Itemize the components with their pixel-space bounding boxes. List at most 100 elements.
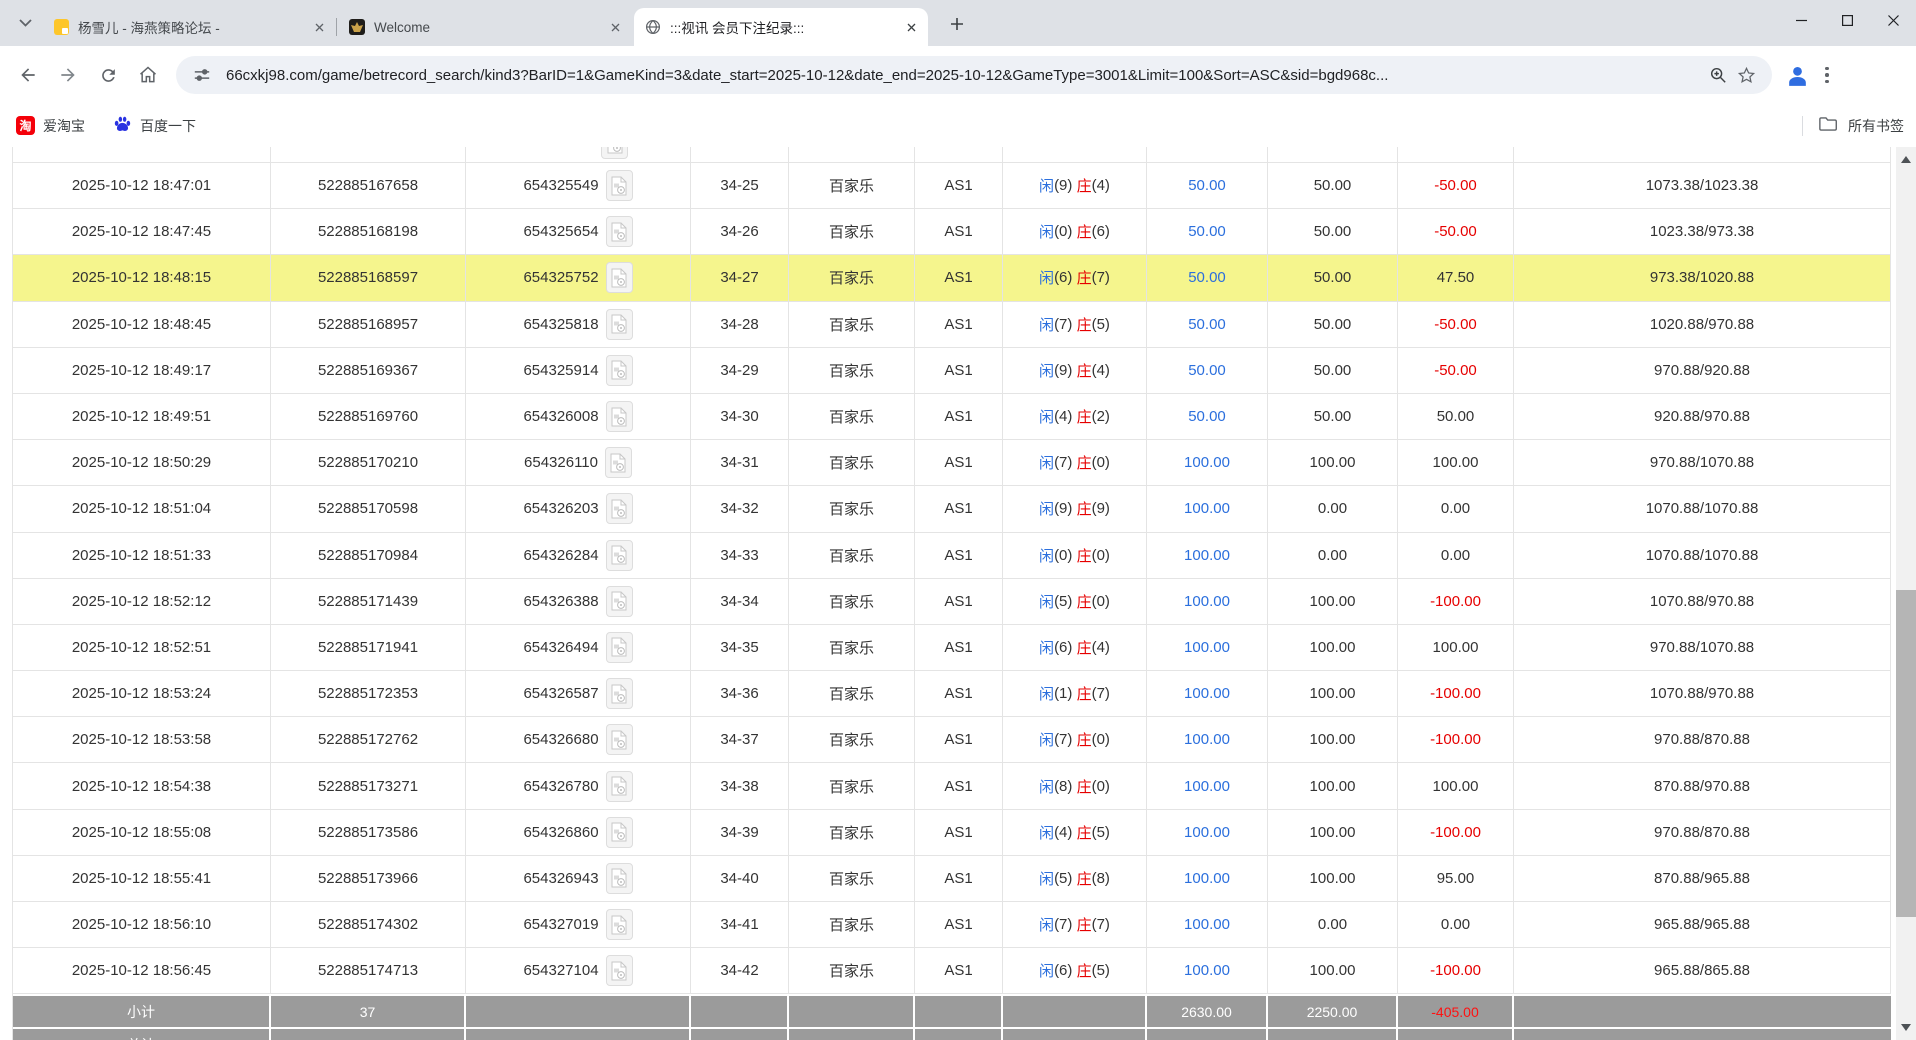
cell-table-round: 34-36	[691, 671, 789, 716]
bookmark-label: 爱淘宝	[43, 116, 85, 136]
profile-avatar[interactable]	[1782, 60, 1812, 90]
table-row[interactable]: 2025-10-12 18:47:45522885168198654325654…	[13, 209, 1891, 255]
cell-valid-amount: 100.00	[1268, 717, 1398, 762]
video-record-icon[interactable]	[606, 170, 633, 201]
scroll-down-arrow-icon[interactable]	[1901, 1024, 1911, 1031]
url-bar[interactable]: 66cxkj98.com/game/betrecord_search/kind3…	[176, 56, 1772, 94]
home-button[interactable]	[128, 55, 168, 95]
cell-bet-amount: 100.00	[1147, 902, 1268, 947]
cell-game-result: 闲(6) 庄(5)	[1003, 948, 1147, 993]
table-row[interactable]: 2025-10-12 18:48:15522885168597654325752…	[13, 255, 1891, 301]
video-record-icon[interactable]	[606, 586, 633, 617]
cell-partial	[13, 147, 271, 162]
cell-table-round: 34-26	[691, 209, 789, 254]
video-record-icon[interactable]	[606, 771, 633, 802]
site-settings-icon[interactable]	[188, 61, 216, 89]
cell-game-name: 百家乐	[789, 810, 915, 855]
bookmark-aitaobao[interactable]: 淘 爱淘宝	[16, 116, 85, 136]
bookmark-label: 百度一下	[140, 116, 196, 136]
all-bookmarks-label[interactable]: 所有书签	[1848, 116, 1904, 136]
back-button[interactable]	[8, 55, 48, 95]
tab-search-chevron-icon[interactable]	[12, 13, 38, 33]
tab-forum[interactable]: 杨雪儿 - 海燕策略论坛 -	[42, 8, 336, 46]
video-record-icon[interactable]	[606, 401, 633, 432]
tab-close-icon[interactable]	[902, 18, 920, 36]
cell-table-round: 34-40	[691, 856, 789, 901]
cell-game-result: 闲(8) 庄(0)	[1003, 763, 1147, 808]
table-row[interactable]: 2025-10-12 18:52:12522885171439654326388…	[13, 579, 1891, 625]
video-record-icon[interactable]	[606, 955, 633, 986]
cell-bet-time: 2025-10-12 18:52:51	[13, 625, 271, 670]
video-record-icon[interactable]	[606, 909, 633, 940]
browser-menu-icon[interactable]	[1812, 60, 1842, 90]
cell-bet-time: 2025-10-12 18:51:04	[13, 486, 271, 531]
cell-bet-time: 2025-10-12 18:53:58	[13, 717, 271, 762]
video-record-icon[interactable]	[606, 216, 633, 247]
scrollbar-thumb[interactable]	[1896, 590, 1916, 917]
cell-bet-time: 2025-10-12 18:50:29	[13, 440, 271, 485]
url-text[interactable]: 66cxkj98.com/game/betrecord_search/kind3…	[226, 67, 1704, 84]
cell-bet-amount: 50.00	[1147, 255, 1268, 300]
video-record-icon[interactable]	[605, 447, 632, 478]
video-record-icon[interactable]	[606, 632, 633, 663]
video-record-icon[interactable]	[606, 817, 633, 848]
table-row[interactable]: 2025-10-12 18:55:08522885173586654326860…	[13, 810, 1891, 856]
video-record-icon[interactable]	[606, 262, 633, 293]
cell-valid-amount: 100.00	[1268, 579, 1398, 624]
refresh-button[interactable]	[88, 55, 128, 95]
table-row[interactable]: 2025-10-12 18:48:45522885168957654325818…	[13, 302, 1891, 348]
video-record-icon[interactable]	[606, 678, 633, 709]
cell-round-id: 654325818	[466, 302, 691, 347]
tab-close-icon[interactable]	[606, 18, 624, 36]
video-record-icon[interactable]	[601, 147, 628, 159]
cell-round-id: 654325752	[466, 255, 691, 300]
video-record-icon[interactable]	[606, 863, 633, 894]
window-close-button[interactable]	[1870, 0, 1916, 40]
table-row[interactable]: 2025-10-12 18:51:04522885170598654326203…	[13, 486, 1891, 532]
tab-close-icon[interactable]	[310, 18, 328, 36]
video-record-icon[interactable]	[606, 493, 633, 524]
table-row[interactable]: 2025-10-12 18:56:10522885174302654327019…	[13, 902, 1891, 948]
table-row[interactable]: 2025-10-12 18:56:45522885174713654327104…	[13, 948, 1891, 994]
tab-bet-records[interactable]: :::视讯 会员下注纪录:::	[634, 8, 928, 46]
table-row[interactable]: 2025-10-12 18:49:17522885169367654325914…	[13, 348, 1891, 394]
cell-account: AS1	[915, 856, 1003, 901]
video-record-icon[interactable]	[606, 309, 633, 340]
vertical-scrollbar[interactable]	[1896, 147, 1916, 1040]
table-row[interactable]: 2025-10-12 18:52:51522885171941654326494…	[13, 625, 1891, 671]
cell-round-id: 654327019	[466, 902, 691, 947]
table-row[interactable]: 2025-10-12 18:49:51522885169760654326008…	[13, 394, 1891, 440]
table-row[interactable]: 2025-10-12 18:55:41522885173966654326943…	[13, 856, 1891, 902]
cell-bet-id: 522885168198	[271, 209, 466, 254]
video-record-icon[interactable]	[606, 724, 633, 755]
summary-cell: -405.00	[1398, 996, 1512, 1027]
video-record-icon[interactable]	[606, 540, 633, 571]
cell-partial	[1147, 147, 1268, 162]
forward-button[interactable]	[48, 55, 88, 95]
cell-account: AS1	[915, 717, 1003, 762]
window-maximize-button[interactable]	[1824, 0, 1870, 40]
cell-bet-id: 522885169367	[271, 348, 466, 393]
cell-bet-amount: 100.00	[1147, 533, 1268, 578]
zoom-icon[interactable]	[1704, 61, 1732, 89]
cell-winloss: -50.00	[1398, 209, 1514, 254]
cell-account: AS1	[915, 533, 1003, 578]
table-row[interactable]: 2025-10-12 18:50:29522885170210654326110…	[13, 440, 1891, 486]
taobao-icon: 淘	[16, 116, 35, 135]
bookmark-baidu[interactable]: 百度一下	[113, 115, 196, 137]
video-record-icon[interactable]	[606, 355, 633, 386]
table-row[interactable]: 2025-10-12 18:51:33522885170984654326284…	[13, 533, 1891, 579]
table-row[interactable]: 2025-10-12 18:47:01522885167658654325549…	[13, 163, 1891, 209]
table-row[interactable]: 2025-10-12 18:54:38522885173271654326780…	[13, 763, 1891, 809]
window-minimize-button[interactable]	[1778, 0, 1824, 40]
new-tab-button[interactable]	[946, 13, 968, 35]
tab-welcome[interactable]: Welcome	[338, 8, 632, 46]
table-row[interactable]: 2025-10-12 18:53:58522885172762654326680…	[13, 717, 1891, 763]
table-row[interactable]: 2025-10-12 18:53:24522885172353654326587…	[13, 671, 1891, 717]
scroll-up-arrow-icon[interactable]	[1901, 156, 1911, 163]
cell-balance: 1023.38/973.38	[1514, 209, 1891, 254]
cell-game-name: 百家乐	[789, 486, 915, 531]
bookmark-star-icon[interactable]	[1732, 61, 1760, 89]
cell-balance: 920.88/970.88	[1514, 394, 1891, 439]
summary-row-subtotal: 小计372630.002250.00-405.00	[13, 996, 1891, 1027]
